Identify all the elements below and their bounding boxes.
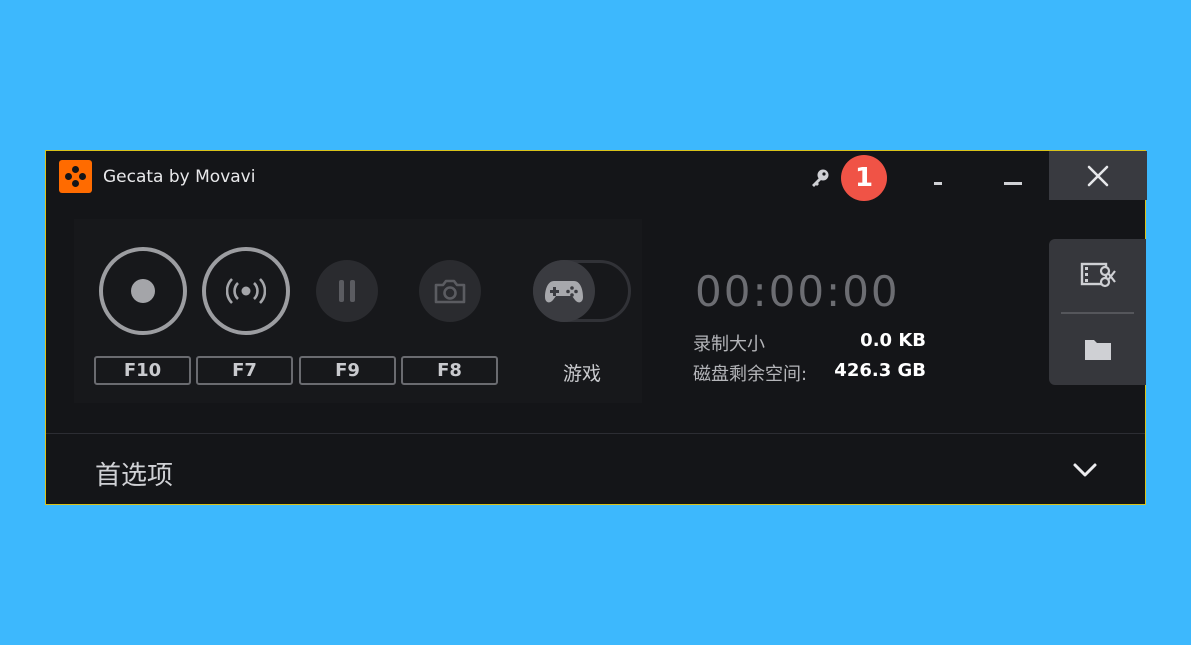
preferences-expand-button[interactable] [1071,460,1099,480]
step-badge: 1 [841,155,887,201]
screenshot-button[interactable] [419,260,481,322]
gamepad-icon [545,281,583,303]
video-editor-button[interactable] [1049,239,1146,311]
game-mode-label: 游戏 [563,363,602,385]
hotkey-screenshot: F8 [401,356,498,385]
app-title: Gecata by Movavi [103,167,256,187]
app-logo-icon [59,160,92,193]
open-folder-button[interactable] [1049,313,1146,385]
key-icon[interactable] [809,167,831,189]
game-mode-knob [533,260,595,322]
close-button[interactable] [1049,151,1147,200]
stream-button[interactable] [202,247,290,335]
folder-icon [1084,340,1111,360]
pause-icon [339,280,355,302]
hotkey-pause: F9 [299,356,396,385]
hotkey-stream: F7 [196,356,293,385]
stream-icon [226,278,266,304]
disk-space-value: 426.3 GB [834,360,926,381]
minimize-button[interactable] [996,171,1030,191]
preferences-label[interactable]: 首选项 [95,455,173,492]
side-panel [1049,239,1146,385]
chevron-down-icon [1073,463,1097,477]
title-bar: Gecata by Movavi 1 [46,151,1147,201]
compact-mode-button[interactable] [923,171,953,191]
video-edit-icon [1080,262,1116,288]
gecata-window: Gecata by Movavi 1 F10 F7 F9 F8 游戏 00:00… [45,150,1147,505]
recording-size-label: 录制大小 [693,334,765,355]
record-button[interactable] [99,247,187,335]
pause-button[interactable] [316,260,378,322]
recording-size-value: 0.0 KB [860,330,926,351]
close-icon [1087,165,1109,186]
record-icon [131,279,155,303]
camera-icon [434,279,466,304]
footer-divider [46,433,1145,434]
recording-timer: 00:00:00 [695,267,900,316]
game-mode-toggle[interactable] [533,260,631,322]
hotkey-record: F10 [94,356,191,385]
